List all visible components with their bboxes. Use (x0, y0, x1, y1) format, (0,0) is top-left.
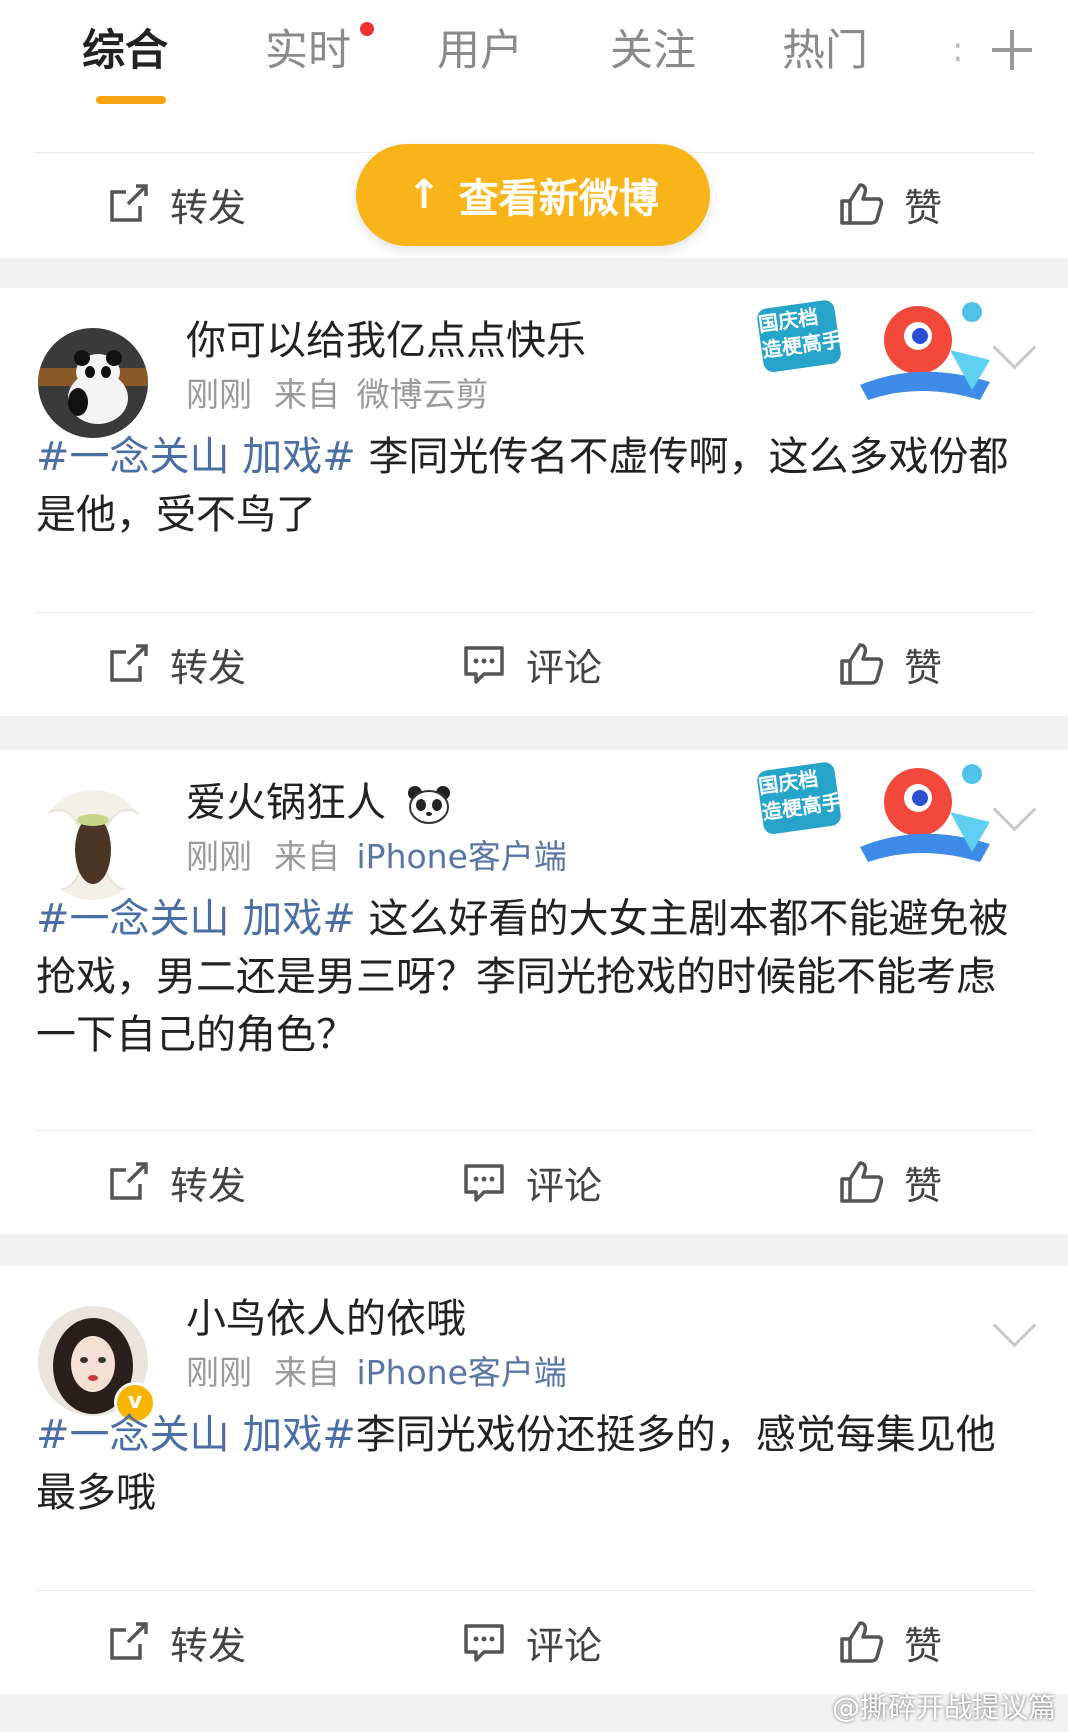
comment-label: 评论 (526, 645, 603, 690)
tab-hot[interactable]: 热门 (782, 20, 868, 82)
like-label: 赞 (904, 1163, 943, 1208)
new-dot-badge (360, 22, 374, 36)
post-actions: 转发 评论 赞 (0, 1592, 1068, 1692)
repost-icon (110, 184, 148, 222)
repost-icon (110, 1162, 148, 1200)
repost-button[interactable]: 转发 (106, 154, 246, 254)
like-button[interactable]: 赞 (838, 614, 942, 714)
like-label: 赞 (904, 1623, 943, 1668)
post-time: 刚刚 (186, 1353, 252, 1392)
post-meta: 刚刚 来自 iPhone客户端 (186, 1346, 567, 1394)
repost-label: 转发 (170, 1163, 247, 1208)
source-prefix: 来自 (274, 837, 340, 876)
repost-icon (110, 644, 148, 682)
repost-button[interactable]: 转发 (106, 1592, 246, 1692)
repost-label: 转发 (170, 185, 247, 230)
tab-comprehensive[interactable]: 综合 (82, 20, 168, 82)
badge-text: 国庆档 造梗高手 (757, 301, 843, 364)
badge-text: 国庆档 造梗高手 (757, 763, 843, 826)
divider (34, 1590, 1034, 1591)
repost-button[interactable]: 转发 (106, 614, 246, 714)
post-content: #一念关山 加戏#李同光戏份还挺多的，感觉每集见他最多哦 (36, 1406, 1034, 1522)
like-button[interactable]: 赞 (838, 1132, 942, 1232)
username[interactable]: 小鸟依人的依哦 (186, 1286, 466, 1344)
post-actions: 转发 评论 赞 (0, 1132, 1068, 1232)
post-source: 微博云剪 (356, 375, 489, 414)
thumbs-up-icon (840, 183, 884, 225)
repost-label: 转发 (170, 1623, 247, 1668)
top-tab-bar: 综合 实时 用户 关注 热门 : (0, 0, 1068, 113)
post-meta: 刚刚 来自 微博云剪 (186, 368, 489, 416)
arrow-up-icon: ↑ (407, 172, 441, 218)
repost-button[interactable]: 转发 (106, 1132, 246, 1232)
weibo-watermark: @撕碎开战提议篇 (831, 1691, 1056, 1724)
add-tab-icon[interactable] (990, 28, 1034, 72)
avatar[interactable] (38, 790, 148, 900)
view-new-posts-button[interactable]: ↑ 查看新微博 (356, 144, 710, 246)
post-card: 爱火锅狂人 刚刚 来自 iPhone客户端 国庆档 造梗高手 #一念关山 加戏# … (0, 750, 1068, 1234)
like-button[interactable]: 赞 (838, 154, 942, 254)
comment-icon (464, 646, 504, 684)
tab-following[interactable]: 关注 (610, 20, 696, 82)
repost-label: 转发 (170, 645, 247, 690)
comment-button[interactable]: 评论 (462, 1592, 602, 1692)
post-time: 刚刚 (186, 837, 252, 876)
post-source[interactable]: iPhone客户端 (357, 1353, 567, 1392)
tab-users[interactable]: 用户 (437, 20, 523, 82)
comment-icon (464, 1164, 504, 1202)
tab-realtime[interactable]: 实时 (265, 20, 351, 82)
username-text: 爱火锅狂人 (186, 780, 386, 826)
comment-icon (464, 1624, 504, 1662)
divider (34, 1130, 1034, 1131)
post-content: #一念关山 加戏# 李同光传名不虚传啊，这么多戏份都是他，受不鸟了 (36, 428, 1034, 544)
view-new-posts-label: 查看新微博 (458, 176, 659, 222)
post-card: 你可以给我亿点点快乐 刚刚 来自 微博云剪 国庆档 造梗高手 #一念关山 加戏# … (0, 288, 1068, 716)
thumbs-up-icon (840, 643, 884, 685)
post-source[interactable]: iPhone客户端 (357, 837, 567, 876)
thumbs-up-icon (840, 1621, 884, 1663)
post-meta: 刚刚 来自 iPhone客户端 (186, 830, 567, 878)
thumbs-up-icon (840, 1161, 884, 1203)
chevron-down-icon[interactable] (992, 1303, 1037, 1348)
like-button[interactable]: 赞 (838, 1592, 942, 1692)
topic-link[interactable]: #一念关山 加戏# (36, 434, 356, 480)
divider (34, 612, 1034, 613)
like-label: 赞 (904, 645, 943, 690)
source-prefix: 来自 (274, 375, 340, 414)
username[interactable]: 你可以给我亿点点快乐 (186, 308, 586, 366)
topic-link[interactable]: #一念关山 加戏# (36, 896, 356, 942)
post-content: #一念关山 加戏# 这么好看的大女主剧本都不能避免被抢戏，男二还是男三呀？李同光… (36, 890, 1034, 1064)
topic-link[interactable]: #一念关山 加戏# (36, 1412, 356, 1458)
source-prefix: 来自 (274, 1353, 340, 1392)
panda-emoji-icon (407, 785, 451, 825)
comment-button[interactable]: 评论 (462, 614, 602, 714)
avatar[interactable] (38, 328, 148, 438)
comment-label: 评论 (526, 1623, 603, 1668)
repost-icon (110, 1622, 148, 1660)
post-card: v 小鸟依人的依哦 刚刚 来自 iPhone客户端 #一念关山 加戏#李同光戏份还… (0, 1266, 1068, 1694)
comment-label: 评论 (526, 1163, 603, 1208)
post-time: 刚刚 (186, 375, 252, 414)
active-tab-indicator (96, 96, 166, 104)
like-label: 赞 (904, 185, 943, 230)
tab-overflow-indicator: : (952, 30, 964, 70)
post-actions: 转发 评论 赞 (0, 614, 1068, 714)
username[interactable]: 爱火锅狂人 (186, 770, 451, 828)
comment-button[interactable]: 评论 (462, 1132, 602, 1232)
